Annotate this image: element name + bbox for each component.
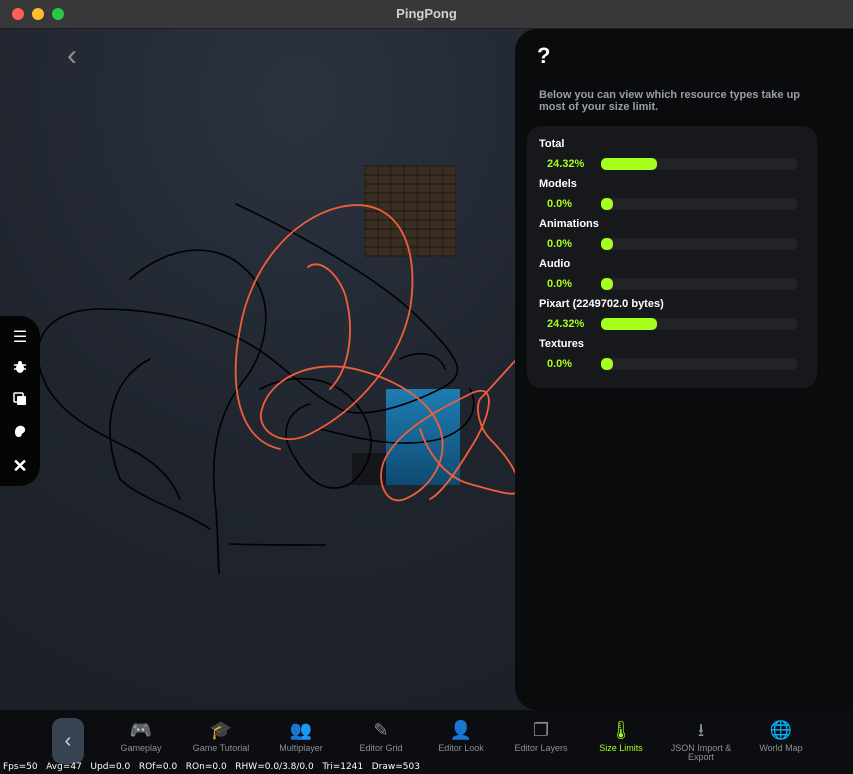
maximize-window-button[interactable] — [52, 8, 64, 20]
gamepad-icon: 🎮 — [129, 720, 153, 740]
nav-item-label: Size Limits — [599, 743, 643, 753]
size-row: Textures 0.0% — [527, 338, 817, 378]
size-row-percent: 0.0% — [547, 358, 573, 370]
size-limits-card: Total 24.32% Models 0.0% Animations 0.0% Audio… — [527, 126, 817, 388]
size-bar-fill — [601, 158, 657, 170]
black-scribble — [37, 203, 475, 575]
size-row: Animations 0.0% — [527, 218, 817, 258]
nav-item-json-import-export[interactable]: ⭳ JSON Import & Export — [661, 718, 741, 762]
nav-item-editor-look[interactable]: 👤 Editor Look — [421, 718, 501, 753]
bottom-nav: ‹ Fps=50 Avg=47 Upd=0.0 ROf=0.0 ROn=0.0 … — [0, 710, 853, 774]
size-bar-fill — [601, 358, 613, 370]
side-toolbar: ☰ ✕ — [0, 316, 40, 486]
size-bar-track — [601, 278, 797, 290]
graduation-cap-icon: 🎓 — [209, 720, 233, 740]
nav-item-label: Editor Look — [438, 743, 484, 753]
nav-item-gameplay[interactable]: 🎮 Gameplay — [101, 718, 181, 753]
user-edit-icon: 👤 — [449, 720, 473, 740]
size-row-percent: 24.32% — [547, 318, 585, 330]
nav-back-button[interactable]: ‹ — [52, 718, 84, 764]
panel-description: Below you can view which resource types … — [539, 89, 801, 113]
nav-item-editor-grid[interactable]: ✎ Editor Grid — [341, 718, 421, 753]
size-row-label: Animations — [539, 218, 599, 230]
nav-item-label: Game Tutorial — [192, 743, 250, 753]
size-bar-track — [601, 158, 797, 170]
close-icon[interactable]: ✕ — [8, 454, 32, 478]
size-bar-fill — [601, 238, 613, 250]
size-bar-fill — [601, 278, 613, 290]
nav-item-size-limits[interactable]: 🌡 Size Limits — [581, 718, 661, 753]
grid-edit-icon: ✎ — [373, 720, 389, 740]
size-row: Audio 0.0% — [527, 258, 817, 298]
nav-item-label: Editor Grid — [359, 743, 403, 753]
menu-icon[interactable]: ☰ — [8, 326, 32, 350]
bug-icon[interactable] — [8, 358, 32, 382]
size-row-percent: 0.0% — [547, 198, 573, 210]
copy-svg — [13, 392, 26, 405]
globe-icon: 🌐 — [769, 720, 793, 740]
copy-icon[interactable] — [8, 390, 32, 414]
size-row: Total 24.32% — [527, 138, 817, 178]
size-row-percent: 0.0% — [547, 278, 573, 290]
nav-item-label: JSON Import & Export — [670, 743, 732, 762]
nav-item-label: World Map — [759, 743, 803, 753]
nav-item-editor-layers[interactable]: ❐ Editor Layers — [501, 718, 581, 753]
size-row-percent: 0.0% — [547, 238, 573, 250]
help-icon[interactable]: ? — [537, 43, 550, 69]
thermometer-icon: 🌡 — [609, 720, 633, 740]
minimize-window-button[interactable] — [32, 8, 44, 20]
bug-svg — [14, 361, 26, 373]
chevron-left-icon: ‹ — [64, 730, 72, 752]
layers-icon: ❐ — [532, 720, 550, 740]
size-bar-fill — [601, 318, 657, 330]
size-row-label: Textures — [539, 338, 585, 350]
download-icon: ⭳ — [697, 720, 705, 740]
paint-icon[interactable] — [8, 422, 32, 446]
nav-item-label: Multiplayer — [279, 743, 323, 753]
size-row-label: Audio — [539, 258, 571, 270]
nav-item-label: Gameplay — [120, 743, 162, 753]
size-row-label: Total — [539, 138, 565, 150]
size-bar-track — [601, 238, 797, 250]
size-row-percent: 24.32% — [547, 158, 585, 170]
title-bar: PingPong — [0, 0, 853, 29]
size-bar-track — [601, 198, 797, 210]
nav-item-world-map[interactable]: 🌐 World Map — [741, 718, 821, 753]
size-row: Pixart (2249702.0 bytes) 24.32% — [527, 298, 817, 338]
paint-svg — [15, 425, 26, 437]
window-title: PingPong — [396, 6, 457, 21]
size-row-label: Pixart (2249702.0 bytes) — [539, 298, 664, 310]
size-bar-track — [601, 318, 797, 330]
nav-item-label: Editor Layers — [514, 743, 568, 753]
users-icon: 👥 — [289, 720, 313, 740]
nav-item-game-tutorial[interactable]: 🎓 Game Tutorial — [181, 718, 261, 753]
size-bar-fill — [601, 198, 613, 210]
size-row-label: Models — [539, 178, 577, 190]
close-window-button[interactable] — [12, 8, 24, 20]
size-limits-panel: ? Below you can view which resource type… — [515, 29, 853, 710]
performance-stats: Fps=50 Avg=47 Upd=0.0 ROf=0.0 ROn=0.0 RH… — [3, 762, 420, 772]
size-row: Models 0.0% — [527, 178, 817, 218]
nav-item-multiplayer[interactable]: 👥 Multiplayer — [261, 718, 341, 753]
size-bar-track — [601, 358, 797, 370]
